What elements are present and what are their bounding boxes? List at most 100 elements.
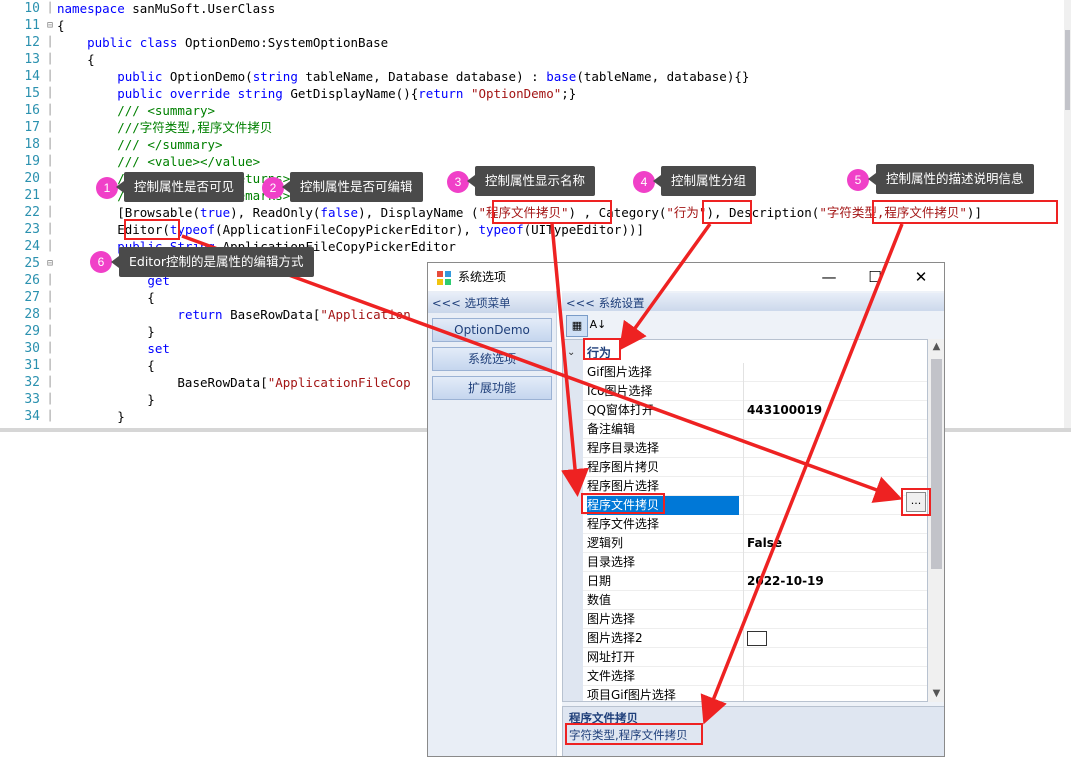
- minimize-button[interactable]: —: [806, 263, 852, 291]
- property-grid[interactable]: ⌄ 行为 Gif图片选择 Ico图片选择 QQ窗体打开 443100019 备注编辑 程序…: [562, 339, 928, 702]
- column-separator: [743, 382, 744, 401]
- column-separator: [743, 572, 744, 591]
- menu-button-optiondemo[interactable]: OptionDemo: [432, 318, 552, 342]
- fold-guide: │: [46, 88, 54, 99]
- options-menu-header[interactable]: <<< 选项菜单: [428, 293, 556, 313]
- code-line[interactable]: BaseRowData["ApplicationFileCop: [57, 374, 410, 391]
- property-name: 网址打开: [587, 650, 636, 664]
- editor-scrollbar-thumb[interactable]: [1065, 30, 1070, 110]
- property-row[interactable]: 逻辑列 False: [583, 534, 927, 553]
- property-name: 目录选择: [587, 555, 636, 569]
- code-line[interactable]: ///字符类型,程序文件拷贝: [57, 119, 272, 136]
- annotation-badge-6: 6: [90, 251, 112, 273]
- code-line[interactable]: public class OptionDemo:SystemOptionBase: [57, 34, 388, 51]
- property-row[interactable]: 图片选择2: [583, 629, 927, 648]
- property-row[interactable]: 日期 2022-10-19: [583, 572, 927, 591]
- column-separator: [743, 458, 744, 477]
- code-line[interactable]: return BaseRowData["Application: [57, 306, 410, 323]
- highlight-editor: [124, 219, 180, 240]
- scrollbar-thumb[interactable]: [931, 359, 942, 569]
- property-row[interactable]: 文件选择: [583, 667, 927, 686]
- line-number: 24: [24, 239, 40, 254]
- dialog-title: 系统选项: [458, 270, 507, 284]
- property-value[interactable]: False: [747, 534, 782, 553]
- fold-guide: │: [46, 394, 54, 405]
- property-row[interactable]: 目录选择: [583, 553, 927, 572]
- code-line[interactable]: namespace sanMuSoft.UserClass: [57, 0, 275, 17]
- close-button[interactable]: ✕: [898, 263, 944, 291]
- line-number-gutter: 10 │ 11 ⊟ 12 │ 13 │ 14 │ 15 │ 16 │ 17 │ 18 │ 19 │ 20 │ 21 │ 22 │ 2…: [0, 0, 53, 432]
- menu-button-extensions[interactable]: 扩展功能: [432, 376, 552, 400]
- code-line[interactable]: public override string GetDisplayName(){…: [57, 85, 576, 102]
- line-number: 13: [24, 52, 40, 67]
- property-value[interactable]: 2022-10-19: [747, 572, 824, 591]
- maximize-button[interactable]: ☐: [852, 263, 898, 291]
- property-name: 数值: [587, 593, 612, 607]
- property-row[interactable]: 程序图片拷贝: [583, 458, 927, 477]
- column-separator: [743, 401, 744, 420]
- scroll-down-icon[interactable]: ▼: [928, 686, 944, 702]
- collapse-icon[interactable]: ⊟: [44, 17, 56, 34]
- fold-guide: │: [46, 139, 54, 150]
- code-line[interactable]: {: [57, 17, 65, 34]
- property-row[interactable]: 网址打开: [583, 648, 927, 667]
- property-row[interactable]: QQ窗体打开 443100019: [583, 401, 927, 420]
- fold-guide: │: [46, 71, 54, 82]
- property-row[interactable]: 项目Gif图片选择: [583, 686, 927, 701]
- system-settings-panel: <<< 系统设置 ▦ A↓ ⌄ 行为 Gif图片选择 Ico图片选择 QQ窗体打开 4…: [562, 291, 944, 756]
- options-menu-panel: <<< 选项菜单 OptionDemo 系统选项 扩展功能: [428, 291, 557, 756]
- code-line[interactable]: /// </summary>: [57, 136, 222, 153]
- code-line[interactable]: {: [57, 357, 155, 374]
- fold-guide: │: [46, 3, 54, 14]
- property-value[interactable]: 443100019: [747, 401, 822, 420]
- line-number: 18: [24, 137, 40, 152]
- column-separator: [743, 420, 744, 439]
- property-grid-scrollbar[interactable]: ▲ ▼: [928, 339, 944, 702]
- system-settings-header[interactable]: <<< 系统设置: [562, 293, 944, 313]
- editor-scrollbar[interactable]: [1064, 0, 1071, 428]
- column-separator: [743, 591, 744, 610]
- chevron-down-icon[interactable]: ⌄: [567, 344, 575, 362]
- code-line[interactable]: {: [57, 289, 155, 306]
- highlight-displayname: [492, 200, 612, 224]
- code-line[interactable]: set: [57, 340, 170, 357]
- collapse-icon[interactable]: ⊟: [44, 255, 56, 272]
- property-grid-margin: [563, 340, 583, 701]
- alphabetical-sort-icon[interactable]: A↓: [588, 315, 608, 335]
- property-row[interactable]: 数值: [583, 591, 927, 610]
- code-line[interactable]: }: [57, 391, 155, 408]
- property-row[interactable]: 图片选择: [583, 610, 927, 629]
- property-row[interactable]: 程序目录选择: [583, 439, 927, 458]
- property-row[interactable]: Ico图片选择: [583, 382, 927, 401]
- highlight-description: [872, 200, 1058, 224]
- highlight-category-label: [583, 338, 621, 360]
- property-name: 程序图片拷贝: [587, 460, 660, 474]
- scroll-up-icon[interactable]: ▲: [928, 339, 944, 355]
- menu-button-system-options[interactable]: 系统选项: [432, 347, 552, 371]
- property-row[interactable]: 程序文件选择: [583, 515, 927, 534]
- property-row[interactable]: 备注编辑: [583, 420, 927, 439]
- line-number: 29: [24, 324, 40, 339]
- code-line[interactable]: public OptionDemo(string tableName, Data…: [57, 68, 749, 85]
- code-line[interactable]: }: [57, 408, 125, 425]
- color-swatch[interactable]: [747, 631, 767, 646]
- code-line[interactable]: {: [57, 51, 95, 68]
- property-row[interactable]: Gif图片选择: [583, 363, 927, 382]
- code-line[interactable]: }: [57, 323, 155, 340]
- property-name: 逻辑列: [587, 536, 624, 550]
- column-separator: [743, 363, 744, 382]
- dialog-titlebar[interactable]: 系统选项 — ☐ ✕: [428, 263, 944, 291]
- line-number: 34: [24, 409, 40, 424]
- line-number: 33: [24, 392, 40, 407]
- line-number: 10: [24, 1, 40, 16]
- categorized-view-icon[interactable]: ▦: [566, 315, 588, 337]
- fold-guide: │: [46, 156, 54, 167]
- line-number: 23: [24, 222, 40, 237]
- highlight-selected-property: [581, 493, 665, 514]
- column-separator: [743, 648, 744, 667]
- annotation-badge-2: 2: [262, 177, 284, 199]
- line-number: 21: [24, 188, 40, 203]
- fold-guide: │: [46, 190, 54, 201]
- code-line[interactable]: /// <summary>: [57, 102, 215, 119]
- code-line[interactable]: /// <value></value>: [57, 153, 260, 170]
